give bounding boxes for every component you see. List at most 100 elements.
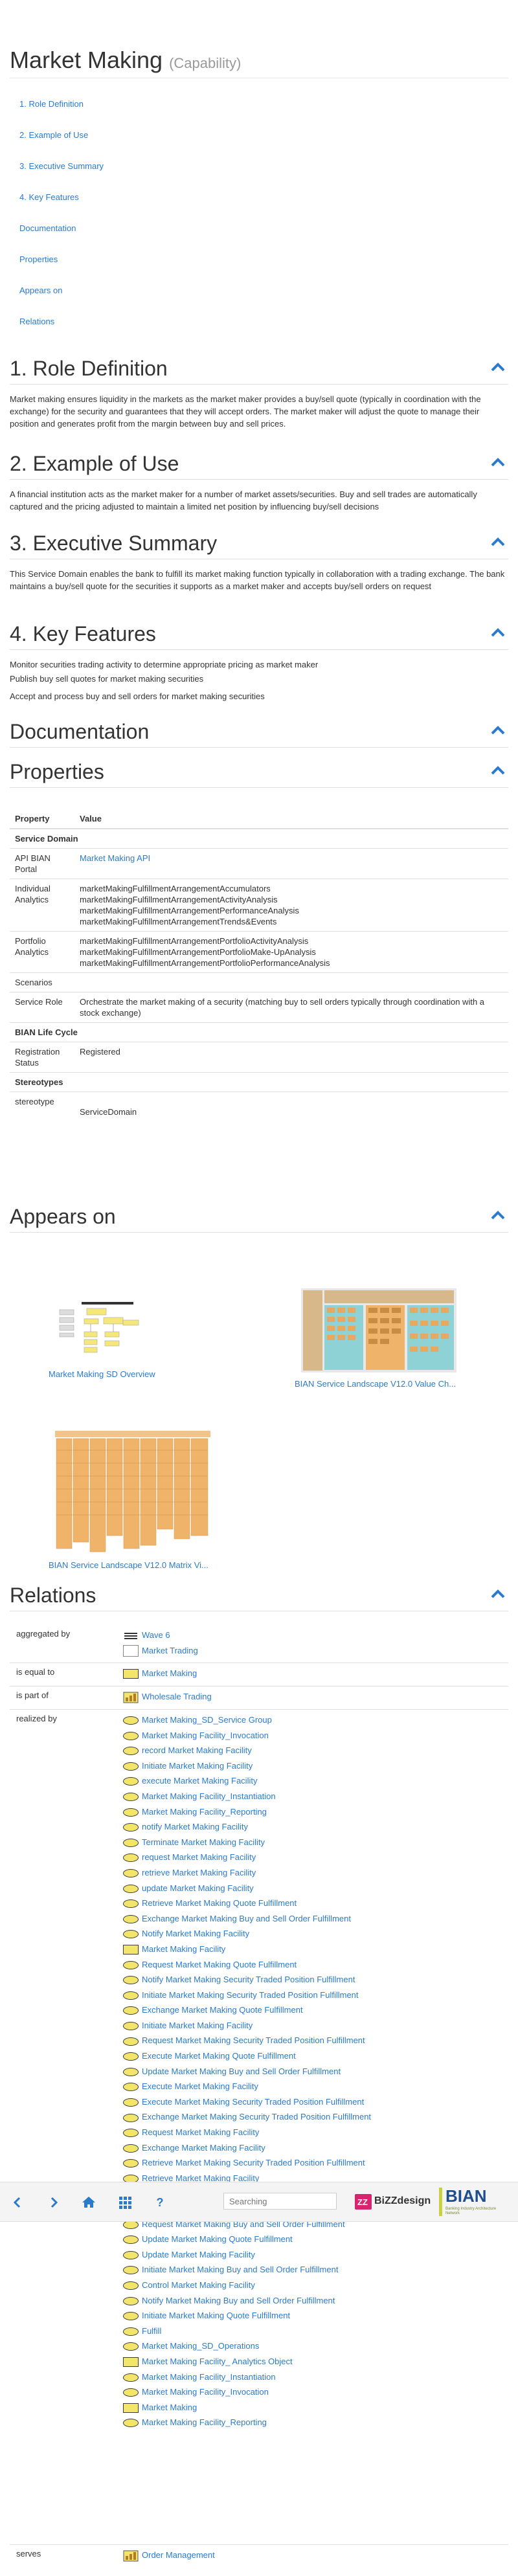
relation-item[interactable]: Exchange Market Making Facility xyxy=(123,2140,371,2156)
property-value: marketMakingFulfillmentArrangementAccumu… xyxy=(74,879,508,932)
relation-item[interactable]: Execute Market Making Security Traded Po… xyxy=(123,2094,371,2110)
relation-item[interactable]: update Market Making Facility xyxy=(123,1881,371,1896)
oval-icon xyxy=(123,1914,139,1923)
relation-item[interactable]: Exchange Market Making Security Traded P… xyxy=(123,2109,371,2125)
relation-item[interactable]: Update Market Making Quote Fulfillment xyxy=(123,2232,371,2247)
search-input[interactable] xyxy=(223,2193,337,2210)
relation-item[interactable]: retrieve Market Making Facility xyxy=(123,1865,371,1881)
relation-item[interactable]: Initiate Market Making Buy and Sell Orde… xyxy=(123,2262,371,2278)
relation-item[interactable]: Retrieve Market Making Quote Fulfillment xyxy=(123,1896,371,1911)
toc-link-appears-on[interactable]: Appears on xyxy=(19,284,104,315)
relation-item[interactable]: Exchange Market Making Buy and Sell Orde… xyxy=(123,1911,371,1927)
relation-item[interactable]: Notify Market Making Facility xyxy=(123,1926,371,1942)
relation-item[interactable]: Initiate Market Making Facility xyxy=(123,2018,371,2033)
relation-item[interactable]: Exchange Market Making Quote Fulfillment xyxy=(123,2002,371,2018)
section-header-documentation: Documentation xyxy=(10,716,508,748)
toc-link-executive-summary[interactable]: 3. Executive Summary xyxy=(19,159,104,190)
relation-item[interactable]: Market Making Facility_ Analytics Object xyxy=(123,2354,371,2369)
diagram-caption-link[interactable]: BIAN Service Landscape V12.0 Value Ch... xyxy=(295,1379,456,1389)
relation-item[interactable]: Terminate Market Making Facility xyxy=(123,1835,371,1850)
back-arrow-icon[interactable] xyxy=(9,2194,26,2211)
toc-link-properties[interactable]: Properties xyxy=(19,252,104,284)
relation-item[interactable]: Request Market Making Security Traded Po… xyxy=(123,2033,371,2048)
relation-item[interactable]: Initiate Market Making Quote Fulfillment xyxy=(123,2308,371,2324)
relation-item[interactable]: Initiate Market Making Facility xyxy=(123,1758,371,1774)
toc-link-role-definition[interactable]: 1. Role Definition xyxy=(19,97,104,128)
properties-table: Property Value Service Domain API BIAN P… xyxy=(10,809,508,1121)
toc-link-documentation[interactable]: Documentation xyxy=(19,221,104,252)
relation-item[interactable]: Market Making Facility_Invocation xyxy=(123,2384,371,2400)
relation-item[interactable]: Wave 6 xyxy=(123,1628,198,1643)
diagram-caption-link[interactable]: Market Making SD Overview xyxy=(49,1369,155,1379)
oval-icon xyxy=(123,1869,139,1877)
relation-item[interactable]: Notify Market Making Security Traded Pos… xyxy=(123,1972,371,1988)
toc-link-key-features[interactable]: 4. Key Features xyxy=(19,190,104,221)
relation-item[interactable]: record Market Making Facility xyxy=(123,1743,371,1758)
forward-arrow-icon[interactable] xyxy=(45,2194,62,2211)
relation-item[interactable]: Market Making Facility_Instantiation xyxy=(123,2369,371,2385)
relation-item[interactable]: Market Making_SD_Service Group xyxy=(123,1712,371,1728)
relation-item[interactable]: Market Making_SD_Operations xyxy=(123,2338,371,2354)
oval-icon xyxy=(123,1899,139,1909)
oval-icon xyxy=(123,2419,139,2428)
diagram-preview-image xyxy=(55,1431,210,1554)
relation-item[interactable]: Execute Market Making Quote Fulfillment xyxy=(123,2048,371,2064)
relation-item[interactable]: Fulfill xyxy=(123,2324,371,2339)
collapse-chevron-icon[interactable] xyxy=(490,626,506,639)
relation-item[interactable]: Control Market Making Facility xyxy=(123,2278,371,2293)
diagram-thumbnail-sd-overview[interactable]: Market Making SD Overview xyxy=(49,1298,155,1379)
bizzdesign-logo[interactable]: ZZ BiZZdesign xyxy=(355,2194,431,2210)
api-portal-link[interactable]: Market Making API xyxy=(80,853,150,863)
oval-icon xyxy=(123,2144,139,2153)
relation-item[interactable]: Request Market Making Quote Fulfillment xyxy=(123,1957,371,1973)
relation-item[interactable]: Market Trading xyxy=(123,1643,198,1659)
relation-item[interactable]: Notify Market Making Buy and Sell Order … xyxy=(123,2293,371,2309)
section-header-appears-on: Appears on xyxy=(10,1201,508,1233)
relation-item[interactable]: notify Market Making Facility xyxy=(123,1819,371,1835)
relation-item[interactable]: Wholesale Trading xyxy=(123,1689,212,1705)
relation-item[interactable]: Market Making xyxy=(123,1666,197,1681)
toc-link-example-of-use[interactable]: 2. Example of Use xyxy=(19,128,104,159)
relation-item[interactable]: Execute Market Making Facility xyxy=(123,2079,371,2094)
relation-item[interactable]: Market Making Facility_Invocation xyxy=(123,1728,371,1743)
diagram-caption-link[interactable]: BIAN Service Landscape V12.0 Matrix Vi..… xyxy=(49,1560,208,1570)
bian-logo[interactable]: BIAN Banking Industry Architecture Netwo… xyxy=(439,2186,510,2216)
relation-item[interactable]: Market Making xyxy=(123,2400,371,2415)
collapse-chevron-icon[interactable] xyxy=(490,764,506,777)
collapse-chevron-icon[interactable] xyxy=(490,1587,506,1600)
relation-item[interactable]: Update Market Making Facility xyxy=(123,2247,371,2263)
toc-link-relations[interactable]: Relations xyxy=(19,315,104,346)
relation-item[interactable]: request Market Making Facility xyxy=(123,1850,371,1865)
relation-item[interactable]: Order Management xyxy=(123,2548,215,2563)
rect-icon xyxy=(123,2402,139,2413)
relation-item[interactable]: execute Market Making Facility xyxy=(123,1773,371,1789)
collapse-chevron-icon[interactable] xyxy=(490,535,506,548)
relation-item[interactable]: Market Making Facility_Instantiation xyxy=(123,1789,371,1804)
collapse-chevron-icon[interactable] xyxy=(490,361,506,374)
section-title: 1. Role Definition xyxy=(10,357,168,380)
home-icon[interactable] xyxy=(80,2194,97,2211)
relation-item[interactable]: Retrieve Market Making Security Traded P… xyxy=(123,2155,371,2171)
collapse-chevron-icon[interactable] xyxy=(490,1209,506,1222)
relation-item[interactable]: Request Market Making Facility xyxy=(123,2125,371,2140)
relation-item[interactable]: Market Making Facility xyxy=(123,1942,371,1957)
oval-icon xyxy=(123,2281,139,2290)
section-header-example-of-use: 2. Example of Use xyxy=(10,448,508,480)
collapse-chevron-icon[interactable] xyxy=(490,456,506,469)
property-value: ServiceDomain xyxy=(74,1092,508,1121)
collapse-chevron-icon[interactable] xyxy=(490,724,506,737)
diagram-thumbnail-value-chain[interactable]: BIAN Service Landscape V12.0 Value Ch... xyxy=(295,1288,456,1389)
grid-view-icon[interactable] xyxy=(117,2194,133,2211)
property-value: Registered xyxy=(74,1042,508,1073)
relation-serves: serves Order Management xyxy=(10,2544,508,2571)
relation-item[interactable]: Market Making Facility_Reporting xyxy=(123,1804,371,1820)
help-button[interactable]: ? xyxy=(152,2194,168,2211)
oval-icon xyxy=(123,2083,139,2092)
property-value xyxy=(74,972,508,992)
diagram-thumbnail-matrix-view[interactable]: BIAN Service Landscape V12.0 Matrix Vi..… xyxy=(49,1431,210,1570)
relation-label: realized by xyxy=(16,1714,57,1723)
key-feature-item: Publish buy sell quotes for market makin… xyxy=(10,674,204,684)
relation-item[interactable]: Update Market Making Buy and Sell Order … xyxy=(123,2064,371,2079)
relation-item[interactable]: Initiate Market Making Security Traded P… xyxy=(123,1988,371,2003)
relation-item[interactable]: Market Making Facility_Reporting xyxy=(123,2415,371,2430)
